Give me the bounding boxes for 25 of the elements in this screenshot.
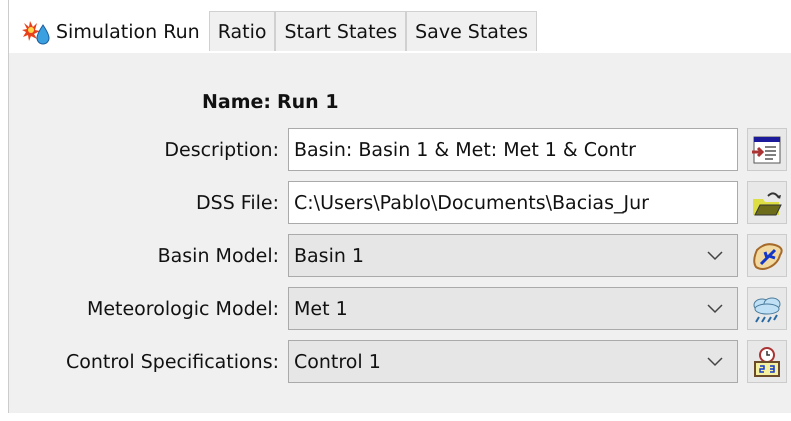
clock-calendar-button[interactable] xyxy=(747,340,787,383)
notes-icon xyxy=(751,134,783,166)
rain-cloud-button[interactable] xyxy=(747,287,787,330)
field-label: Meteorologic Model: xyxy=(86,298,279,320)
run-name: Run 1 xyxy=(277,91,339,113)
text-field[interactable]: C:\Users\Pablo\Documents\Bacias_Jur xyxy=(288,181,738,224)
caret-icon xyxy=(707,356,723,366)
caret-icon xyxy=(707,250,723,260)
dropdown[interactable]: Control 1 xyxy=(288,340,738,383)
field-label: Control Specifications: xyxy=(64,350,279,372)
name-label: Name: xyxy=(202,91,272,113)
tab[interactable]: Save States xyxy=(406,11,537,51)
tab[interactable]: Start States xyxy=(275,11,406,51)
field-label: Basin Model: xyxy=(156,244,279,266)
dropdown[interactable]: Basin 1 xyxy=(288,234,738,277)
field-label: DSS File: xyxy=(195,192,279,214)
folder-button[interactable] xyxy=(747,181,787,224)
dropdown[interactable]: Met 1 xyxy=(288,287,738,330)
tab[interactable]: Ratio xyxy=(208,11,276,51)
text-field[interactable]: Basin: Basin 1 & Met: Met 1 & Contr xyxy=(288,128,738,171)
explosion-droplet-icon xyxy=(22,18,52,44)
clock-calendar-icon xyxy=(751,346,783,378)
caret-icon xyxy=(707,304,723,314)
field-label: Description: xyxy=(163,138,279,160)
notes-button[interactable] xyxy=(747,128,787,171)
